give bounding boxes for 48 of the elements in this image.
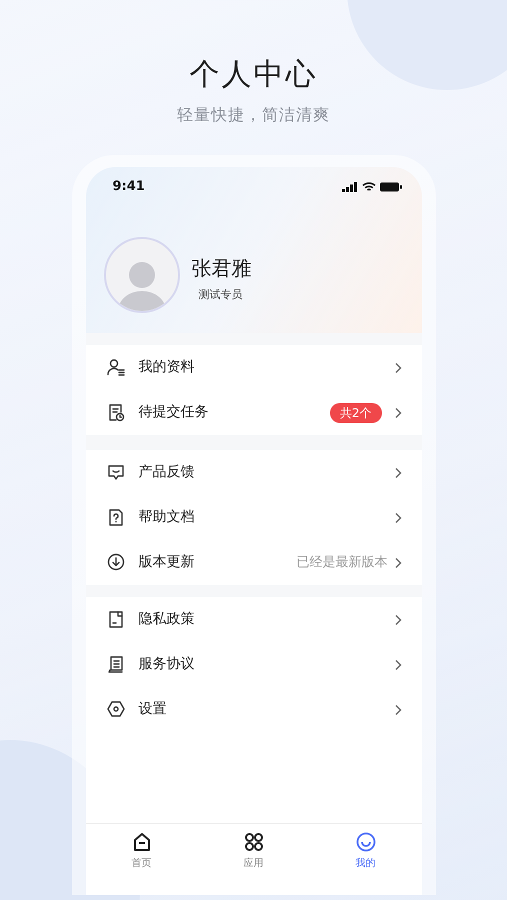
agreement-icon [106,655,124,674]
document-icon [106,610,124,629]
menu-label: 隐私政策 [138,610,196,629]
chevron-icon [394,556,402,568]
page-subtitle: 轻量快捷，简洁清爽 [177,105,330,124]
home-icon [132,832,152,852]
menu-item[interactable]: 产品反馈 [86,450,422,495]
menu-item[interactable]: 我的资料 [86,345,422,390]
user-icon [106,358,124,377]
tab[interactable]: 我的 [336,824,396,871]
status-time: 9:41 [112,178,145,196]
page-title: 个人中心 [190,56,318,94]
chevron-icon [394,466,402,478]
menu-item[interactable]: 帮助文档 [86,495,422,540]
message-icon [106,463,124,482]
wifi-icon [362,182,376,192]
menu-label: 设置 [138,700,168,719]
menu-item[interactable]: 版本更新 已经是最新版本 [86,540,422,585]
menu-item[interactable]: 待提交任务 共2个 [86,390,422,435]
signal-icon [342,182,358,192]
menu-label: 服务协议 [138,655,196,674]
tab[interactable]: 应用 [224,824,284,871]
chevron-icon [394,362,402,374]
menu-label: 产品反馈 [138,463,196,482]
menu-item[interactable]: 设置 [86,687,422,732]
download-icon [106,553,124,572]
chevron-icon [394,406,402,418]
version-status: 已经是最新版本 [296,554,388,572]
settings-icon [106,700,124,719]
menu-label: 版本更新 [138,553,196,572]
menu-label: 帮助文档 [138,508,196,527]
menu-label: 我的资料 [138,358,196,377]
menu-item[interactable]: 服务协议 [86,642,422,687]
battery-icon [380,182,402,192]
chevron-icon [394,614,402,626]
apps-icon [244,832,264,852]
document-clock-icon [106,403,124,422]
help-document-icon [106,508,124,527]
smile-icon [356,832,376,852]
tab[interactable]: 首页 [112,824,172,871]
user-role: 测试专员 [198,287,242,303]
chevron-icon [394,704,402,716]
chevron-icon [394,658,402,670]
chevron-icon [394,512,402,524]
user-name: 张君雅 [192,255,252,281]
menu-item[interactable]: 隐私政策 [86,597,422,642]
count-badge: 共2个 [330,402,382,422]
menu-label: 待提交任务 [138,403,210,422]
